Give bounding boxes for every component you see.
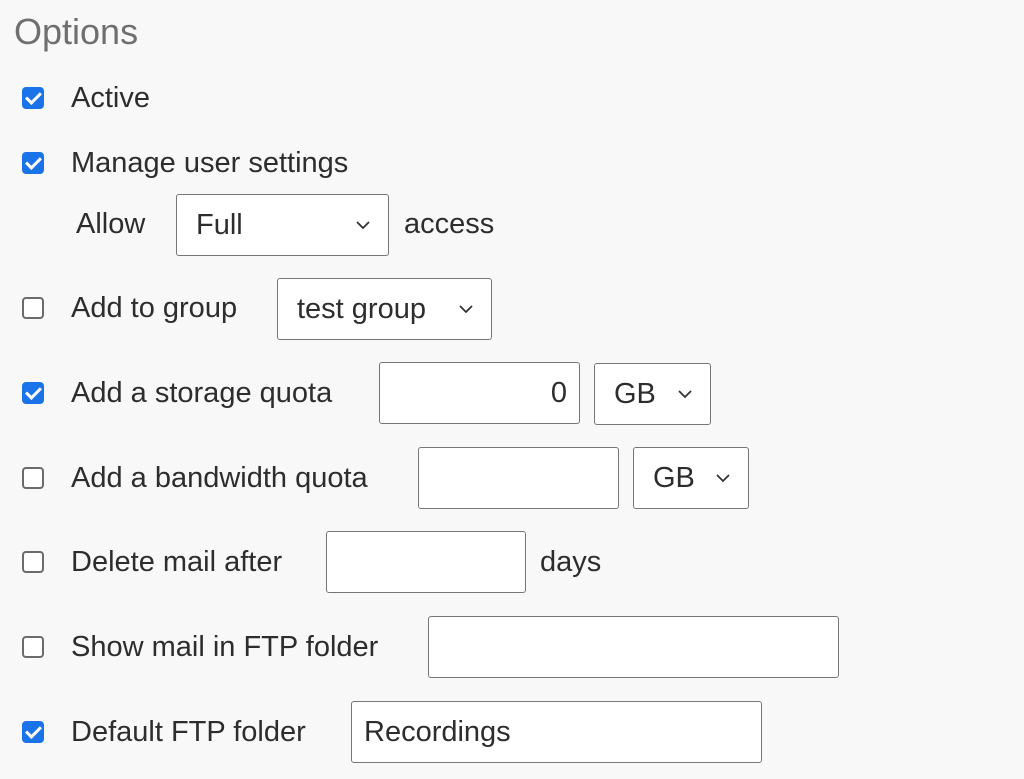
ftp-mail-folder-input[interactable] (428, 616, 839, 678)
chevron-down-icon (356, 221, 370, 230)
default-ftp-folder-input[interactable]: Recordings (351, 701, 762, 763)
storage-quota-value: 0 (550, 376, 567, 409)
storage-quota-label: Add a storage quota (71, 377, 333, 409)
days-suffix-label: days (540, 546, 602, 578)
active-label: Active (71, 82, 150, 114)
delete-mail-days-input[interactable] (326, 531, 526, 593)
add-to-group-checkbox[interactable] (22, 297, 44, 319)
bandwidth-quota-unit-select[interactable]: GB (633, 447, 749, 509)
access-level-select[interactable]: Full (176, 194, 389, 256)
manage-user-settings-option: Manage user settings (22, 132, 348, 194)
group-value: test group (297, 292, 426, 325)
add-to-group-option: Add to group (22, 277, 237, 339)
storage-quota-option: Add a storage quota (22, 362, 332, 424)
default-ftp-folder-label: Default FTP folder (71, 716, 306, 748)
storage-quota-unit-value: GB (614, 377, 656, 410)
chevron-down-icon (459, 305, 473, 314)
bandwidth-quota-label: Add a bandwidth quota (71, 462, 368, 494)
active-checkbox[interactable] (22, 87, 44, 109)
ftp-mail-folder-checkbox[interactable] (22, 636, 44, 658)
delete-mail-option: Delete mail after (22, 531, 282, 593)
access-level-value: Full (196, 208, 243, 241)
delete-mail-label: Delete mail after (71, 546, 283, 578)
manage-user-settings-label: Manage user settings (71, 147, 349, 179)
storage-quota-unit-select[interactable]: GB (594, 363, 711, 425)
storage-quota-checkbox[interactable] (22, 382, 44, 404)
ftp-mail-folder-label: Show mail in FTP folder (71, 631, 379, 663)
bandwidth-quota-input[interactable] (418, 447, 619, 509)
bandwidth-quota-unit-value: GB (653, 461, 695, 494)
group-select[interactable]: test group (277, 278, 492, 340)
default-ftp-folder-checkbox[interactable] (22, 721, 44, 743)
ftp-mail-folder-option: Show mail in FTP folder (22, 616, 378, 678)
default-ftp-folder-value: Recordings (364, 715, 511, 748)
default-ftp-folder-option: Default FTP folder (22, 701, 306, 763)
options-title: Options (14, 11, 139, 52)
active-option: Active (22, 67, 150, 129)
chevron-down-icon (678, 390, 692, 399)
access-suffix-label: access (404, 208, 495, 240)
delete-mail-checkbox[interactable] (22, 551, 44, 573)
bandwidth-quota-option: Add a bandwidth quota (22, 447, 368, 509)
allow-label: Allow (76, 208, 146, 240)
manage-user-settings-checkbox[interactable] (22, 152, 44, 174)
chevron-down-icon (716, 474, 730, 483)
add-to-group-label: Add to group (71, 292, 238, 324)
bandwidth-quota-checkbox[interactable] (22, 467, 44, 489)
storage-quota-input[interactable]: 0 (379, 362, 580, 424)
